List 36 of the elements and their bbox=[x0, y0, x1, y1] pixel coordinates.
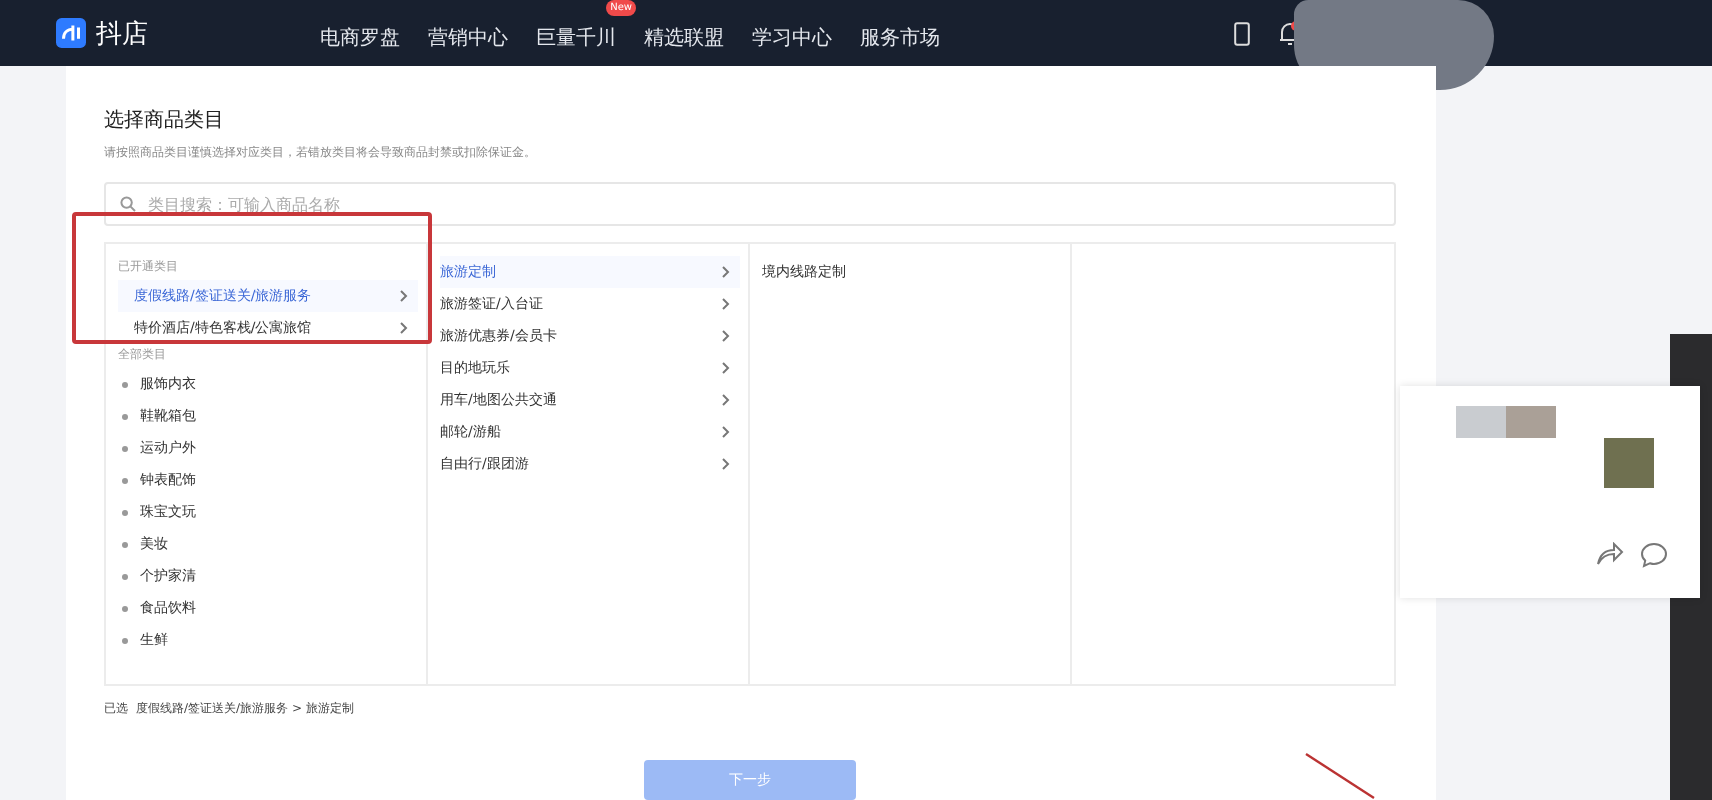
chevron-icon bbox=[722, 330, 730, 342]
bullet-icon bbox=[122, 605, 128, 611]
thumbnail-placeholder bbox=[1604, 438, 1654, 488]
comment-icon[interactable] bbox=[1640, 542, 1668, 568]
bullet-icon bbox=[122, 413, 128, 419]
nav-link[interactable]: 电商罗盘 bbox=[320, 28, 400, 50]
chevron-icon bbox=[722, 362, 730, 374]
chevron-icon bbox=[400, 322, 408, 334]
search-icon bbox=[120, 196, 136, 212]
bullet-icon bbox=[122, 445, 128, 451]
nav-link[interactable]: 学习中心 bbox=[752, 28, 832, 50]
bullet-icon bbox=[122, 541, 128, 547]
chevron-icon bbox=[722, 458, 730, 470]
share-icon[interactable] bbox=[1596, 542, 1624, 566]
bullet-icon bbox=[122, 637, 128, 643]
nav-link[interactable]: 精选联盟 bbox=[644, 28, 724, 50]
bullet-icon bbox=[122, 381, 128, 387]
chevron-icon bbox=[722, 394, 730, 406]
bullet-icon bbox=[122, 477, 128, 483]
bullet-icon bbox=[122, 573, 128, 579]
logo-icon bbox=[56, 18, 86, 48]
page-title: 选择商品类目 bbox=[104, 107, 226, 134]
nav-link[interactable]: 服务市场 bbox=[860, 28, 940, 50]
annotation-line bbox=[1304, 752, 1376, 800]
logo-text: 抖店 bbox=[96, 17, 148, 51]
chevron-icon bbox=[722, 266, 730, 278]
chevron-icon bbox=[722, 426, 730, 438]
blurred-block bbox=[1506, 406, 1556, 438]
nav-link[interactable]: 巨量千川 bbox=[536, 28, 616, 50]
nav-link[interactable]: 营销中心 bbox=[428, 28, 508, 50]
search-field[interactable]: 类目搜索：可输入商品名称 bbox=[104, 182, 1396, 226]
blurred-block bbox=[1456, 406, 1506, 438]
phone-icon[interactable] bbox=[1234, 21, 1250, 45]
chevron-icon bbox=[722, 298, 730, 310]
bullet-icon bbox=[122, 509, 128, 515]
chevron-icon bbox=[400, 290, 408, 302]
